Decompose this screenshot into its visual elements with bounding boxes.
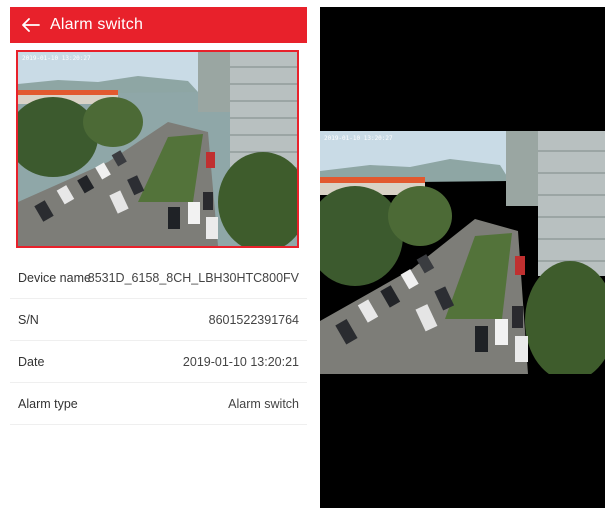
detail-row-date: Date 2019-01-10 13:20:21 (10, 341, 307, 383)
osd-timestamp: 2019-01-10 13:20:27 (22, 55, 91, 62)
detail-row-device-name: Device name 8531D_6158_8CH_LBH30HTC800FV (10, 257, 307, 299)
detail-label: S/N (18, 312, 39, 327)
osd-timestamp: 2019-01-10 13:20:27 (324, 135, 393, 142)
alarm-detail-screen: Alarm switch 2019-01-10 13:20:27 Device … (10, 7, 307, 508)
camera-scene: 2019-01-10 13:20:27 (18, 52, 297, 246)
app-bar: Alarm switch (10, 7, 307, 43)
detail-label: Device name (18, 270, 91, 285)
detail-value: Alarm switch (228, 396, 299, 411)
alarm-details-list: Device name 8531D_6158_8CH_LBH30HTC800FV… (10, 257, 307, 425)
camera-scene: 2019-01-10 13:20:27 (320, 131, 605, 374)
fullscreen-snapshot-view: 2019-01-10 13:20:27 (320, 7, 605, 508)
detail-value: 8531D_6158_8CH_LBH30HTC800FV (87, 270, 299, 285)
detail-label: Date (18, 354, 45, 369)
page-title: Alarm switch (50, 16, 144, 33)
detail-row-alarm-type: Alarm type Alarm switch (10, 383, 307, 425)
fullscreen-snapshot-image[interactable]: 2019-01-10 13:20:27 (320, 131, 605, 374)
alarm-snapshot-preview[interactable]: 2019-01-10 13:20:27 (16, 50, 299, 248)
arrow-left-icon[interactable] (16, 7, 46, 43)
detail-value: 8601522391764 (208, 312, 299, 327)
detail-label: Alarm type (18, 396, 78, 411)
detail-value: 2019-01-10 13:20:21 (182, 354, 299, 369)
detail-row-sn: S/N 8601522391764 (10, 299, 307, 341)
